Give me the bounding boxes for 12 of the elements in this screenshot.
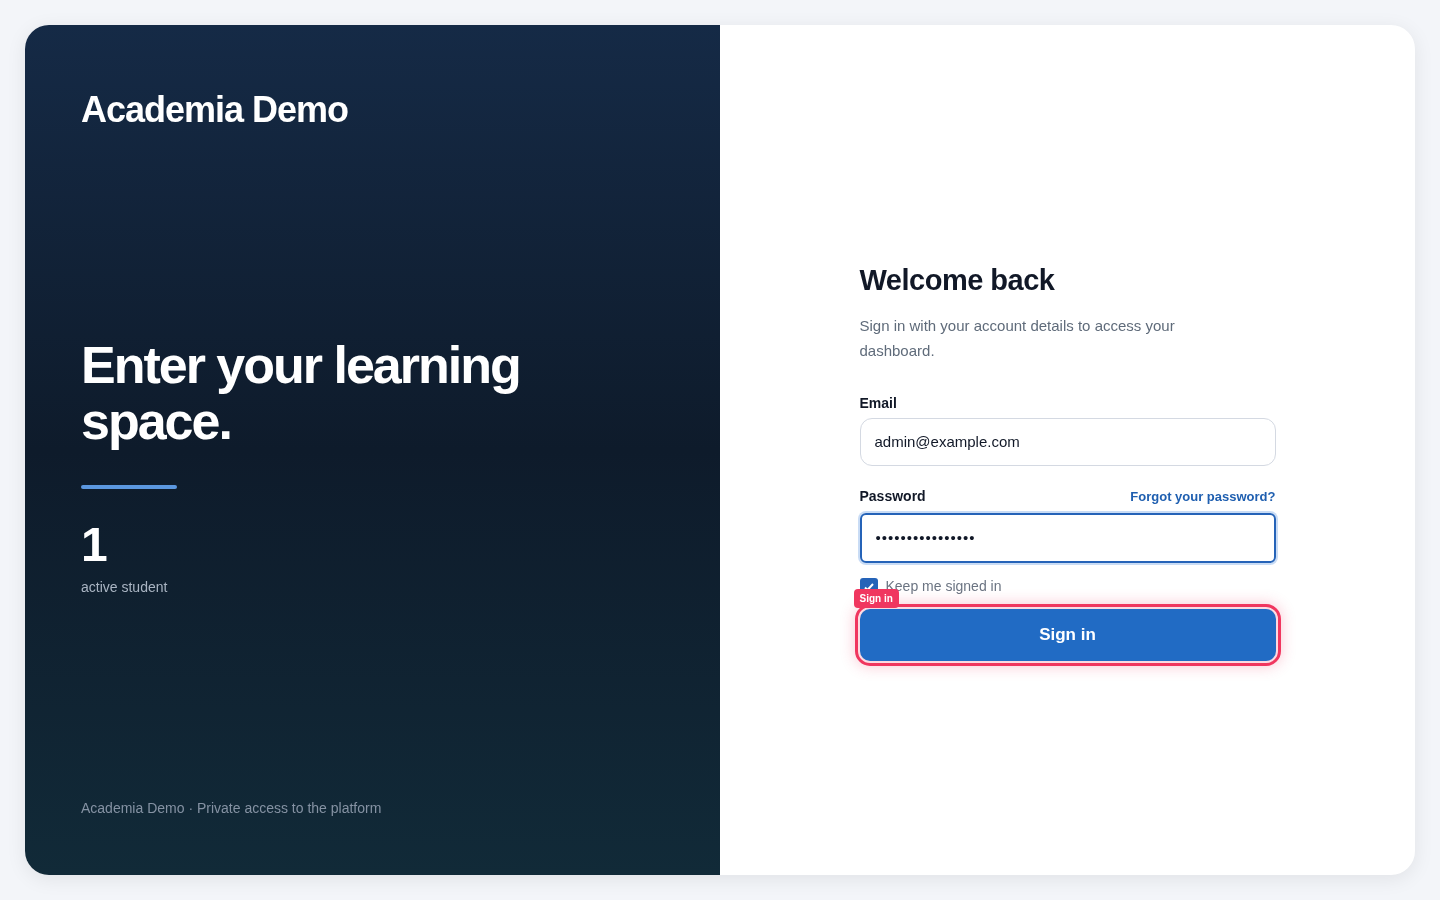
form-title: Welcome back: [859, 263, 1056, 299]
stat-label: active student: [81, 578, 169, 597]
brand-logo: Academia Demo: [81, 88, 350, 132]
footer-text: Academia Demo · Private access to the platform: [81, 799, 383, 818]
email-field[interactable]: admin@example.com: [859, 417, 1276, 466]
email-label: Email: [859, 393, 898, 413]
forgot-password-link[interactable]: Forgot your password?: [1130, 486, 1276, 506]
stat-value: 1: [81, 519, 109, 571]
form-subtitle: Sign in with your account details to access your dashboard.: [859, 315, 1176, 361]
password-label: Password: [859, 486, 926, 506]
headline: Enter your learning space.: [81, 337, 521, 449]
password-field[interactable]: ••••••••••••••••: [859, 512, 1276, 563]
